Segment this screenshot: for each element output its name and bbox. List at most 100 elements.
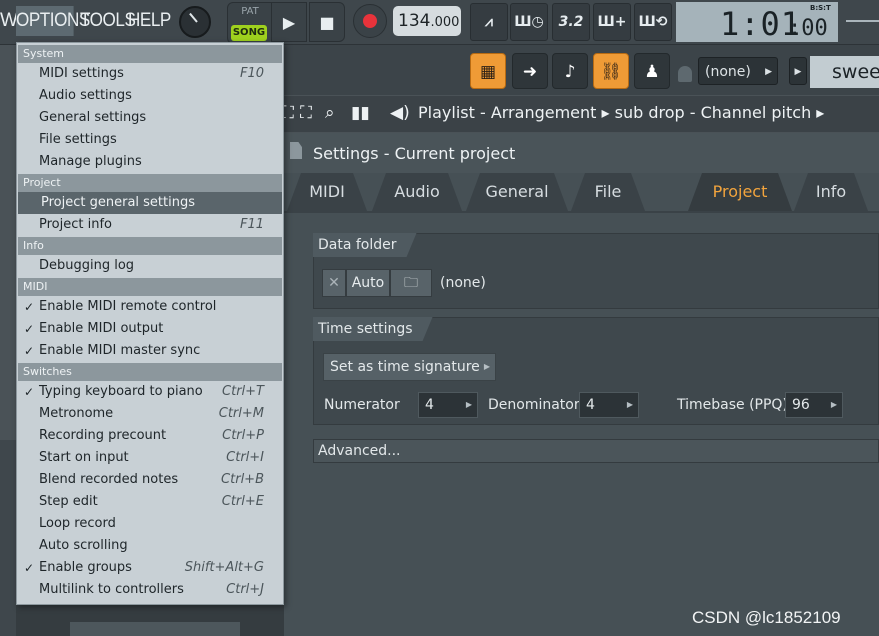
fullscreen-icon[interactable]: ⛶ (300, 103, 312, 123)
menu-item-shortcut: Ctrl+B (221, 472, 264, 487)
menu-header-system: System (18, 45, 282, 63)
countdown-icon[interactable]: 3.2 (552, 3, 590, 41)
menu-item-manage-plugins[interactable]: Manage plugins (18, 151, 282, 173)
tab-general[interactable]: General (466, 173, 568, 211)
song-label: SONG (231, 25, 267, 41)
menu-item-enable-midi-output[interactable]: ✓ Enable MIDI output (18, 318, 282, 340)
check-icon: ✓ (24, 561, 35, 575)
menu-item-label: Enable MIDI remote control (39, 299, 217, 314)
play-button[interactable]: ▶ (271, 2, 307, 42)
chevron-right-icon: ▶ (465, 400, 472, 409)
auto-folder-button[interactable]: Auto (346, 269, 390, 297)
menu-item-label: Typing keyboard to piano (39, 384, 203, 399)
menu-item-shortcut: F11 (239, 217, 264, 232)
check-icon: ✓ (24, 322, 35, 336)
menu-options[interactable]: OPTIONS (16, 6, 90, 36)
numerator-dropdown[interactable]: 4 ▶ (418, 392, 478, 418)
hint-bar-text: sweep (810, 56, 879, 88)
menu-view-partial[interactable]: W (0, 6, 18, 36)
menu-item-enable-groups[interactable]: ✓ Enable groups Shift+Alt+G (18, 557, 282, 579)
timebase-dropdown[interactable]: 96 ▶ (785, 392, 843, 418)
menu-item-loop-record[interactable]: Loop record (18, 513, 282, 535)
advanced-label[interactable]: Advanced... (318, 443, 401, 459)
denominator-dropdown[interactable]: 4 ▶ (579, 392, 639, 418)
menu-item-label: File settings (39, 132, 117, 147)
time-display[interactable]: 1:01 :00 B:S:T (676, 2, 838, 43)
menu-item-project-info[interactable]: Project info F11 (18, 214, 282, 236)
settings-title: Settings - Current project (313, 144, 516, 163)
clear-folder-icon[interactable]: ✕ (322, 269, 346, 297)
menu-item-label: Enable MIDI output (39, 321, 164, 336)
menu-item-metronome[interactable]: Metronome Ctrl+M (18, 403, 282, 425)
stop-button[interactable]: ■ (309, 2, 345, 42)
record-icon (363, 14, 377, 28)
pat-song-toggle[interactable]: PAT SONG (227, 2, 273, 44)
snap-curve-icon[interactable]: ♪ (552, 53, 588, 89)
menu-item-label: Metronome (39, 406, 114, 421)
menu-item-midi-settings[interactable]: MIDI settings F10 (18, 63, 282, 85)
numerator-value: 4 (425, 397, 434, 413)
time-format-label: B:S:T (810, 4, 831, 12)
wait-record-icon[interactable]: Ш◷ (510, 3, 548, 41)
watermark: CSDN @lc1852109 (692, 608, 841, 627)
menu-item-label: Enable groups (39, 560, 132, 575)
speaker-icon[interactable]: ◀) (390, 103, 410, 123)
menu-item-debugging-log[interactable]: Debugging log (18, 255, 282, 277)
tempo-display[interactable]: 134.000 (393, 6, 461, 36)
dropdown-value: (none) (705, 64, 751, 80)
set-time-signature-dropdown[interactable]: Set as time signature ▶ (323, 353, 496, 381)
midi-device-dropdown[interactable]: (none) ▶ (698, 57, 778, 85)
menu-item-label: Project info (39, 217, 112, 232)
loop-record-icon[interactable]: Ш⟲ (634, 3, 672, 41)
user-icon (678, 66, 692, 82)
menu-help[interactable]: HELP (128, 6, 171, 36)
metronome-icon[interactable]: ⩘ (470, 3, 508, 41)
record-button[interactable] (353, 4, 387, 38)
levels-icon[interactable]: ▮▮ (351, 103, 370, 123)
menu-item-label: Manage plugins (39, 154, 142, 169)
menu-item-auto-scrolling[interactable]: Auto scrolling (18, 535, 282, 557)
chevron-right-icon[interactable]: ▶ (789, 57, 807, 85)
menu-item-start-on-input[interactable]: Start on input Ctrl+I (18, 447, 282, 469)
menu-header-switches: Switches (18, 363, 282, 381)
menu-item-label: Project general settings (41, 195, 195, 210)
menu-item-file-settings[interactable]: File settings (18, 129, 282, 151)
menu-item-shortcut: Ctrl+M (218, 406, 264, 421)
menu-item-project-general-settings[interactable]: Project general settings (18, 192, 282, 214)
step-edit-icon[interactable]: Ш+ (593, 3, 631, 41)
menu-item-shortcut: Ctrl+J (226, 582, 264, 597)
set-time-signature-label: Set as time signature (330, 359, 480, 375)
check-icon: ✓ (24, 300, 35, 314)
denominator-label: Denominator (488, 397, 580, 413)
mixer-knob-icon[interactable]: ♟ (634, 53, 670, 89)
tab-divider (284, 211, 879, 213)
menu-item-shortcut: Ctrl+T (222, 384, 264, 399)
zoom-icon[interactable]: ⌕ (325, 103, 335, 123)
playlist-title[interactable]: Playlist - Arrangement ▸ sub drop - Chan… (418, 103, 824, 122)
piano-roll-icon[interactable]: ▦ (470, 53, 506, 89)
arrow-right-icon[interactable]: ➜ (512, 53, 548, 89)
menu-item-enable-midi-remote[interactable]: ✓ Enable MIDI remote control (18, 296, 282, 318)
folder-icon[interactable]: 🗀 (390, 269, 432, 297)
menu-item-label: Audio settings (39, 88, 132, 103)
left-panel-edge (0, 440, 16, 636)
tab-midi[interactable]: MIDI (287, 173, 367, 211)
menu-item-step-edit[interactable]: Step edit Ctrl+E (18, 491, 282, 513)
menu-item-audio-settings[interactable]: Audio settings (18, 85, 282, 107)
numerator-label: Numerator (324, 397, 400, 413)
menu-tools[interactable]: TOOLS (80, 6, 136, 36)
menu-item-enable-midi-master-sync[interactable]: ✓ Enable MIDI master sync (18, 340, 282, 362)
menu-item-typing-keyboard[interactable]: ✓ Typing keyboard to piano Ctrl+T (18, 381, 282, 403)
menu-item-label: Enable MIDI master sync (39, 343, 201, 358)
link-icon[interactable]: ⛓ (593, 53, 629, 89)
menu-item-label: Recording precount (39, 428, 167, 443)
menu-item-general-settings[interactable]: General settings (18, 107, 282, 129)
menu-item-recording-precount[interactable]: Recording precount Ctrl+P (18, 425, 282, 447)
menu-item-shortcut: Ctrl+P (222, 428, 264, 443)
master-volume-knob[interactable] (179, 6, 211, 38)
menu-item-shortcut: Ctrl+E (221, 494, 264, 509)
menu-item-blend-recorded-notes[interactable]: Blend recorded notes Ctrl+B (18, 469, 282, 491)
tab-audio[interactable]: Audio (372, 173, 462, 211)
menu-item-multilink-controllers[interactable]: Multilink to controllers Ctrl+J (18, 579, 282, 601)
tab-project[interactable]: Project (688, 173, 792, 211)
